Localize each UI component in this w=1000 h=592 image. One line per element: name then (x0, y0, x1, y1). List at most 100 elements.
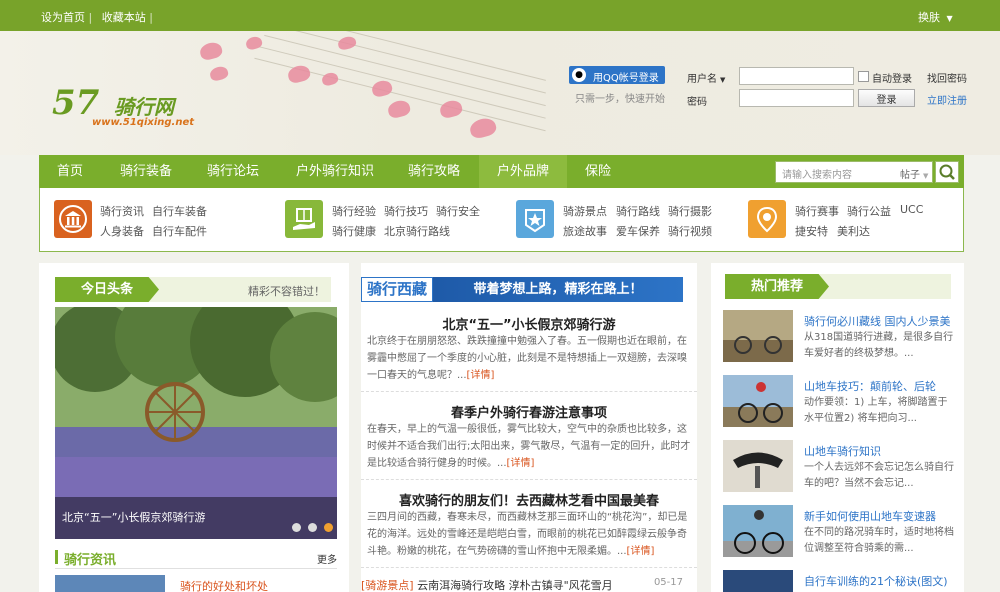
category-link[interactable]: 北京骑行路线 (384, 223, 450, 239)
article-summary: 三四月间的西藏，春寒未尽，而西藏林芝那三面环山的“桃花沟”，却已是花的海洋。远处… (367, 512, 688, 557)
hot-item-title[interactable]: 自行车训练的21个秘诀(图文) (804, 573, 948, 589)
login-button[interactable]: 登录 (858, 89, 915, 107)
tab-headlines[interactable]: 今日头条 (55, 277, 159, 302)
divider (361, 479, 697, 480)
auto-login-label: 自动登录 (872, 74, 912, 85)
hot-thumb[interactable] (723, 440, 793, 492)
heart-icon (208, 64, 230, 83)
slider-dot[interactable] (323, 523, 333, 532)
set-home-link[interactable]: 设为首页 (41, 11, 85, 24)
hero-caption[interactable]: 北京“五一”小长假京郊骑行游 (62, 509, 205, 525)
heart-icon (320, 71, 340, 87)
category-link[interactable]: 骑行资讯 (100, 203, 144, 219)
slider-dot[interactable] (292, 523, 301, 532)
category-link[interactable]: 自行车装备 (152, 203, 207, 219)
hot-item-title[interactable]: 新手如何使用山地车变速器 (804, 508, 936, 524)
category-link[interactable]: 骑行路线 (616, 203, 660, 219)
category-link[interactable]: 爱车保养 (616, 223, 660, 239)
headlines-header: 今日头条 精彩不容错过！ (55, 277, 331, 302)
search-box[interactable]: 请输入搜索内容 帖子 ▼ (775, 161, 933, 183)
news-thumb[interactable] (55, 575, 165, 592)
nav-item-guides[interactable]: 骑行攻略 (393, 155, 475, 188)
nav-item-insurance[interactable]: 保险 (569, 155, 627, 188)
category-link[interactable]: 人身装备 (100, 223, 144, 239)
detail-link[interactable]: [详情] (507, 458, 535, 469)
category-link[interactable]: 骑行摄影 (668, 203, 712, 219)
caret-down-icon: ▼ (946, 14, 953, 23)
hero-image (55, 307, 337, 539)
search-scope-select[interactable]: 帖子 ▼ (900, 166, 928, 181)
hot-thumb[interactable] (723, 310, 793, 362)
category-link[interactable]: 骑行安全 (436, 203, 480, 219)
hot-thumb[interactable] (723, 375, 793, 427)
nav-item-brands[interactable]: 户外品牌 (479, 155, 567, 188)
category-link[interactable]: 旅途故事 (563, 223, 607, 239)
hot-item-title[interactable]: 山地车骑行知识 (804, 443, 881, 459)
search-input[interactable]: 请输入搜索内容 (782, 166, 852, 181)
nav-item-home[interactable]: 首页 (39, 155, 101, 188)
skin-switcher[interactable]: 换肤 ▼ (918, 9, 953, 25)
news-more-link[interactable]: 更多 (317, 551, 337, 566)
tab-hot[interactable]: 热门推荐 (725, 274, 829, 299)
qq-login-hint: 只需一步，快速开始 (575, 94, 665, 105)
list-item-date: 05-17 (653, 577, 683, 588)
slider-dot[interactable] (307, 523, 317, 532)
category-link[interactable]: 骑游景点 (563, 203, 607, 219)
category-link[interactable]: 自行车配件 (152, 223, 207, 239)
hot-item-title[interactable]: 骑行何必川藏线 国内人少景美 (804, 313, 951, 329)
category-link[interactable]: 骑行公益 (847, 203, 891, 219)
category-link[interactable]: UCC (900, 203, 923, 216)
heart-icon (198, 40, 224, 62)
category-link[interactable]: 美利达 (837, 223, 870, 239)
caret-down-icon: ▼ (923, 172, 929, 180)
category-link[interactable]: 捷安特 (795, 223, 828, 239)
qq-login-label: 用QQ帐号登录 (593, 73, 659, 84)
nav-item-forum[interactable]: 骑行论坛 (192, 155, 274, 188)
list-item[interactable]: [骑游景点] 云南洱海骑行攻略 淳朴古镇寻"风花雪月 05-17 (361, 577, 683, 592)
hero-slider[interactable]: 北京“五一”小长假京郊骑行游 (55, 307, 337, 539)
news-item[interactable]: 骑行的好处和坏处 (180, 578, 268, 592)
detail-link[interactable]: [详情] (467, 370, 495, 381)
tibet-title[interactable]: 骑行西藏 (361, 277, 433, 302)
location-pin-icon (748, 200, 786, 238)
username-label: 用户名 ▼ (687, 74, 726, 85)
list-item-title[interactable]: 云南洱海骑行攻略 淳朴古镇寻"风花雪月 (417, 579, 613, 592)
site-logo[interactable]: 57 骑行网 www.51qixing.net (52, 83, 202, 143)
article-title[interactable]: 北京“五一”小长假京郊骑行游 (361, 314, 697, 333)
bank-icon (54, 200, 92, 238)
category-link[interactable]: 骑行健康 (332, 223, 376, 239)
register-link[interactable]: 立即注册 (927, 92, 967, 107)
skin-label: 换肤 (918, 11, 940, 24)
category-link[interactable]: 骑行赛事 (795, 203, 839, 219)
qq-login-button[interactable]: ● 用QQ帐号登录 (569, 66, 665, 84)
article-title[interactable]: 春季户外骑行春游注意事项 (361, 402, 697, 421)
category-link[interactable]: 骑行视频 (668, 223, 712, 239)
hot-item-desc: 从318国道骑行进藏，是很多自行车爱好者的终极梦想。... (804, 332, 954, 359)
category-link[interactable]: 骑行经验 (332, 203, 376, 219)
hot-thumb[interactable] (723, 505, 793, 557)
article-summary: 在春天，早上的气温一般很低，雾气比较大，空气中的杂质也比较多，这时候并不适合我们… (367, 424, 691, 469)
logo-url: www.51qixing.net (92, 117, 195, 128)
caret-down-icon: ▼ (720, 76, 726, 84)
password-input[interactable] (739, 89, 854, 107)
top-separator: | (88, 11, 93, 24)
username-input[interactable] (739, 67, 854, 85)
hot-item-title[interactable]: 山地车技巧：颠前轮、后轮 (804, 378, 936, 394)
auto-login-checkbox[interactable] (858, 71, 869, 82)
nav-item-gear[interactable]: 骑行装备 (105, 155, 187, 188)
list-item-tag[interactable]: [骑游景点] (361, 579, 414, 592)
category-link[interactable]: 骑行技巧 (384, 203, 428, 219)
headlines-slogan: 精彩不容错过！ (248, 285, 325, 298)
bookmark-link[interactable]: 收藏本站 (102, 11, 146, 24)
category-bar: 骑行资讯 自行车装备 人身装备 自行车配件 骑行经验 骑行技巧 骑行安全 骑行健… (39, 188, 964, 252)
article-title[interactable]: 喜欢骑行的朋友们！去西藏林芝看中国最美春 (361, 490, 697, 509)
nav-item-knowledge[interactable]: 户外骑行知识 (282, 155, 388, 188)
news-header: 骑行资讯 更多 (55, 547, 337, 569)
hot-thumb[interactable] (723, 570, 793, 592)
search-button[interactable] (935, 161, 959, 183)
detail-link[interactable]: [详情] (627, 546, 655, 557)
logo-name: 骑行网 (114, 95, 174, 119)
heart-icon (386, 98, 412, 120)
find-password-link[interactable]: 找回密码 (927, 70, 967, 85)
top-bar: 设为首页 | 收藏本站 | 换肤 ▼ (0, 0, 1000, 31)
